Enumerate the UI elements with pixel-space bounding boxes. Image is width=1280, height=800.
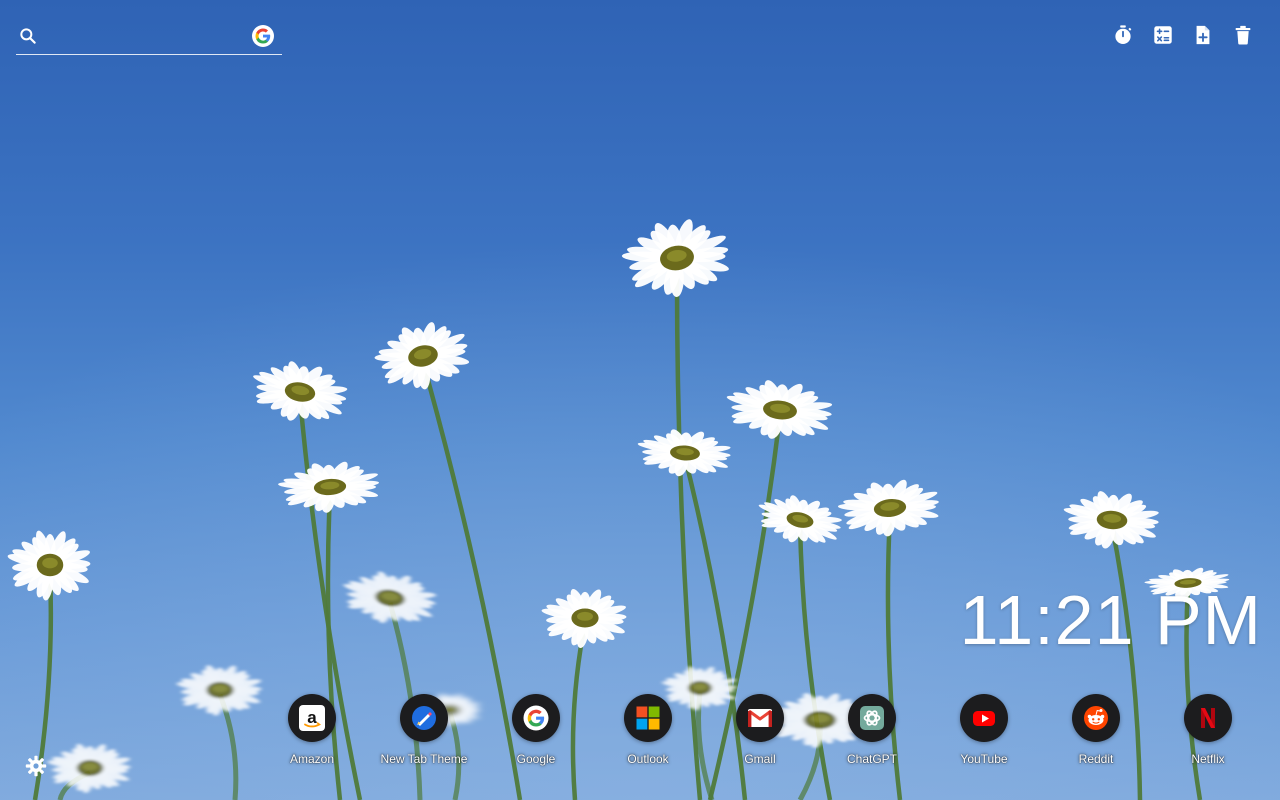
reddit-icon	[1084, 706, 1108, 730]
shortcut-youtube[interactable]: YouTube	[934, 694, 1034, 766]
file-plus-icon	[1196, 25, 1210, 45]
shortcut-google[interactable]: Google	[486, 694, 586, 766]
new-note-button[interactable]	[1192, 24, 1214, 46]
calculator-icon	[1154, 26, 1172, 44]
new-tab-theme-icon	[412, 706, 436, 730]
daisy-flower	[621, 219, 729, 298]
outlook-icon	[636, 706, 660, 730]
gmail-icon	[748, 709, 772, 727]
search-icon[interactable]	[18, 26, 38, 46]
google-g-icon[interactable]	[252, 25, 274, 47]
daisy-flower	[837, 479, 939, 537]
shortcut-netflix[interactable]: Netflix	[1158, 694, 1258, 766]
stopwatch-icon	[1115, 25, 1132, 44]
trash-button[interactable]	[1232, 24, 1254, 46]
daisy-flower	[726, 380, 833, 439]
shortcut-new-tab-theme[interactable]: New Tab Theme	[374, 694, 474, 766]
chatgpt-icon	[860, 706, 884, 730]
shortcut-chatgpt[interactable]: ChatGPT	[822, 694, 922, 766]
search-input[interactable]	[48, 24, 252, 50]
shortcut-label: New Tab Theme	[380, 752, 468, 766]
shortcut-label: Google	[516, 752, 556, 766]
daisy-flower	[541, 588, 627, 649]
toolbar	[1112, 24, 1254, 46]
shortcut-label: Outlook	[627, 752, 669, 766]
trash-icon	[1235, 25, 1251, 45]
daisy-flower	[343, 571, 436, 624]
shortcut-label: YouTube	[960, 752, 1008, 766]
shortcut-reddit[interactable]: Reddit	[1046, 694, 1146, 766]
daisy-flower	[278, 461, 380, 513]
shortcut-label: ChatGPT	[846, 752, 897, 766]
shortcut-amazon[interactable]: a Amazon	[262, 694, 362, 766]
calculator-button[interactable]	[1152, 24, 1174, 46]
timer-button[interactable]	[1112, 24, 1134, 46]
daisy-flower	[758, 495, 842, 543]
amazon-icon: a	[299, 705, 325, 731]
youtube-icon	[973, 711, 995, 726]
shortcut-label: Netflix	[1191, 752, 1225, 766]
shortcut-label: Gmail	[744, 752, 776, 766]
daisy-flower	[1063, 491, 1159, 549]
clock: 11:21 PM	[959, 581, 1262, 659]
daisy-flower	[253, 361, 348, 421]
netflix-icon	[1201, 708, 1215, 728]
gear-icon	[25, 755, 47, 777]
daisy-flower	[374, 322, 470, 390]
daisy-wallpaper	[0, 0, 1280, 800]
shortcut-dock: a Amazon New Tab Theme Google Outlook Gm…	[0, 694, 1280, 774]
daisy-flower	[7, 530, 91, 601]
search-bar	[16, 20, 282, 55]
daisy-stem	[57, 770, 91, 800]
shortcut-outlook[interactable]: Outlook	[598, 694, 698, 766]
daisy-flower	[637, 429, 731, 477]
svg-text:a: a	[307, 708, 317, 727]
settings-button[interactable]	[24, 754, 48, 778]
shortcut-label: Reddit	[1078, 752, 1114, 766]
google-icon	[523, 705, 549, 731]
shortcut-gmail[interactable]: Gmail	[710, 694, 810, 766]
shortcut-label: Amazon	[289, 752, 335, 766]
